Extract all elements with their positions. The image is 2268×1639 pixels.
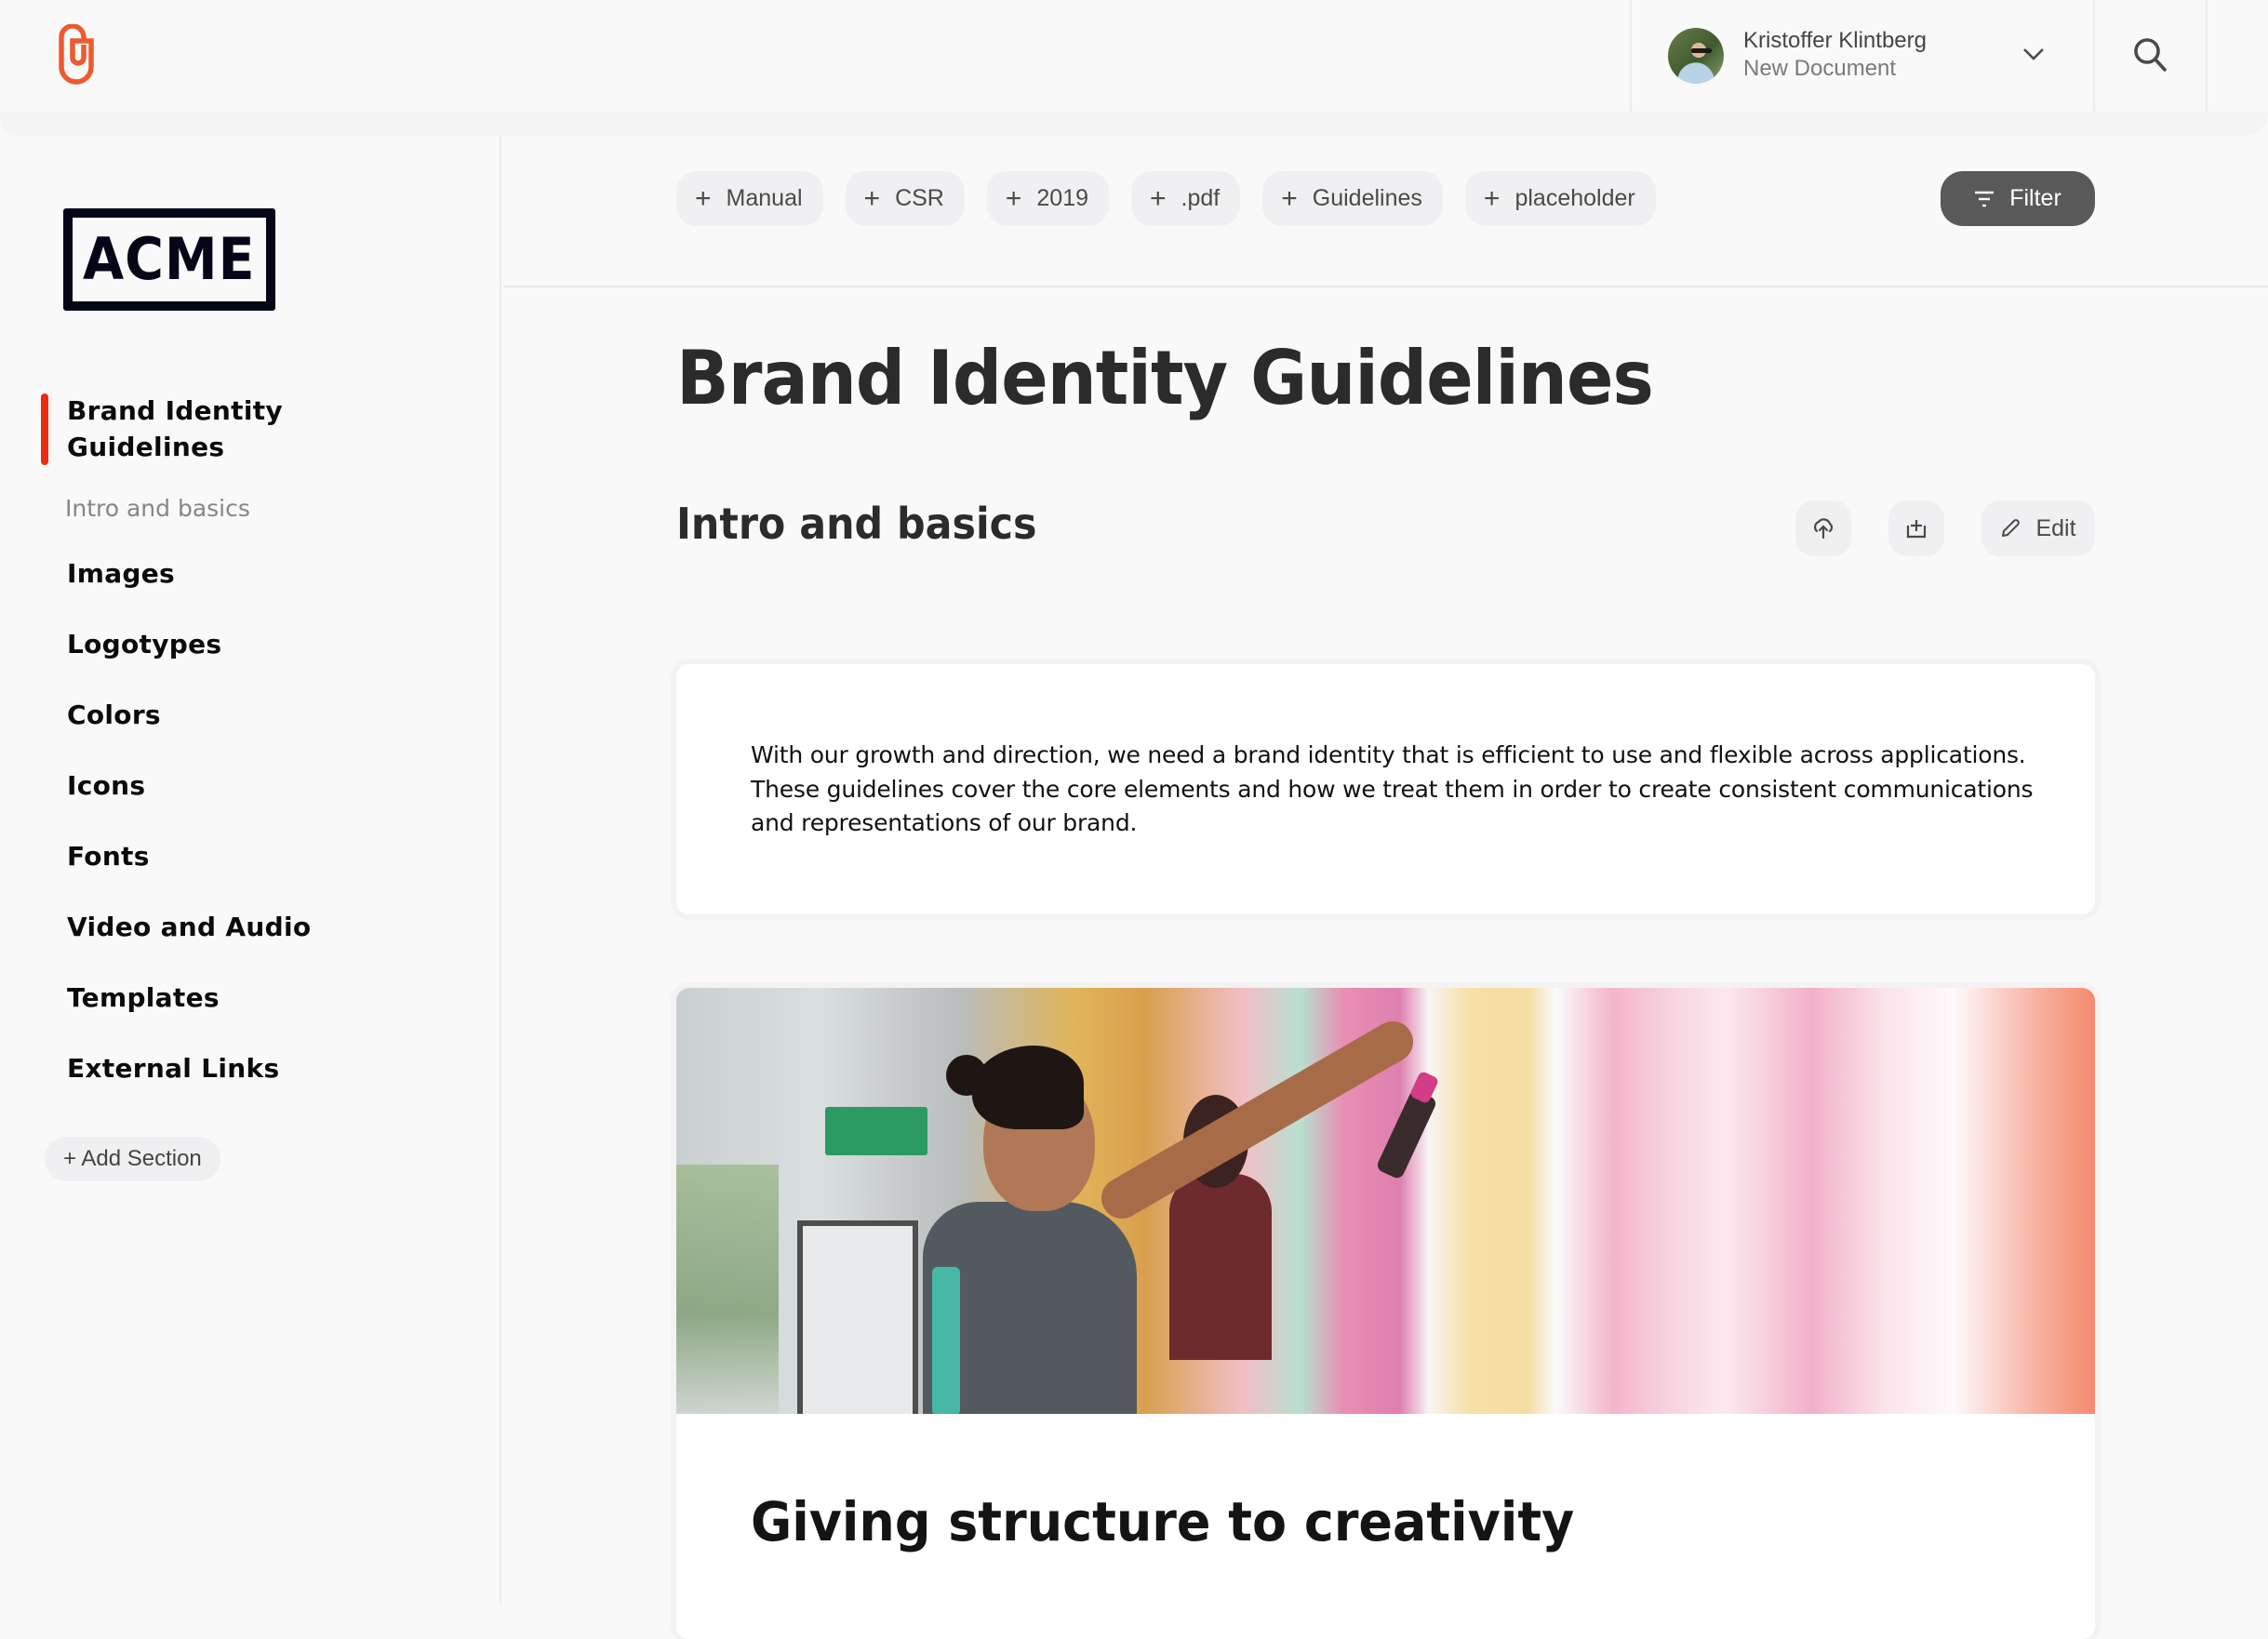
- cloud-upload-icon: [1814, 518, 1834, 539]
- plus-icon: +: [1281, 182, 1298, 214]
- tag-chip-pdf[interactable]: + .pdf: [1131, 171, 1241, 226]
- add-to-tray-icon: [1906, 520, 1927, 539]
- upload-button[interactable]: [1795, 500, 1851, 556]
- tag-label: placeholder: [1514, 185, 1635, 211]
- filter-label: Filter: [2009, 185, 2061, 211]
- tag-chip-manual[interactable]: + Manual: [676, 171, 823, 226]
- paperclip-logo-icon[interactable]: [56, 24, 97, 87]
- tag-list: + Manual + CSR + 2019 + .pdf + Guideline…: [676, 171, 1656, 226]
- hero-image[interactable]: [676, 988, 2095, 1414]
- edit-button[interactable]: Edit: [1981, 500, 2095, 556]
- block-heading: Giving structure to creativity: [751, 1490, 1575, 1553]
- sidebar-item-icons[interactable]: Icons: [67, 770, 145, 801]
- tag-chip-csr[interactable]: + CSR: [845, 171, 965, 226]
- plus-icon: +: [863, 182, 881, 214]
- sidebar-item-images[interactable]: Images: [67, 558, 175, 589]
- sidebar-item-video-and-audio[interactable]: Video and Audio: [67, 912, 311, 942]
- search-button[interactable]: [2095, 0, 2207, 112]
- add-section-button[interactable]: + Add Section: [45, 1137, 220, 1181]
- tag-toolbar: + Manual + CSR + 2019 + .pdf + Guideline…: [503, 136, 2268, 287]
- brand-logo-text: ACME: [83, 225, 256, 293]
- add-to-collection-button[interactable]: [1888, 500, 1944, 556]
- header-shadow: [0, 112, 2268, 136]
- sidebar-item-templates[interactable]: Templates: [67, 982, 220, 1013]
- filter-button[interactable]: Filter: [1941, 171, 2095, 226]
- tag-chip-guidelines[interactable]: + Guidelines: [1262, 171, 1443, 226]
- tag-label: Manual: [726, 185, 803, 211]
- sidebar-subitem-intro-and-basics[interactable]: Intro and basics: [65, 495, 250, 522]
- chevron-down-icon[interactable]: [2022, 47, 2045, 61]
- intro-text-block: With our growth and direction, we need a…: [676, 664, 2095, 914]
- user-menu[interactable]: Kristoffer Klintberg New Document: [1632, 0, 2093, 112]
- user-name: Kristoffer Klintberg: [1743, 28, 1927, 53]
- plus-icon: +: [1150, 182, 1167, 214]
- image-block: Giving structure to creativity: [676, 988, 2095, 1639]
- sidebar-item-fonts[interactable]: Fonts: [67, 841, 150, 872]
- filter-icon: [1975, 191, 1995, 207]
- search-icon: [2134, 38, 2167, 72]
- active-indicator: [41, 393, 48, 465]
- header-divider: [2206, 0, 2208, 112]
- tag-label: Guidelines: [1312, 185, 1422, 211]
- avatar: [1668, 28, 1724, 84]
- page-title: Brand Identity Guidelines: [676, 335, 1654, 421]
- top-header: Kristoffer Klintberg New Document: [0, 0, 2268, 112]
- sidebar: ACME Brand Identity Guidelines Intro and…: [0, 112, 501, 1604]
- intro-paragraph: With our growth and direction, we need a…: [751, 741, 2034, 836]
- pencil-icon: [2002, 519, 2021, 537]
- edit-label: Edit: [2035, 514, 2076, 541]
- plus-icon: +: [1483, 182, 1501, 214]
- document-subtitle: New Document: [1743, 56, 1897, 81]
- tag-label: .pdf: [1181, 185, 1221, 211]
- plus-icon: +: [1005, 182, 1022, 214]
- sidebar-item-logotypes[interactable]: Logotypes: [67, 629, 221, 660]
- sidebar-item-colors[interactable]: Colors: [67, 700, 161, 730]
- brand-logo[interactable]: ACME: [63, 208, 275, 311]
- sidebar-item-external-links[interactable]: External Links: [67, 1053, 279, 1084]
- section-title: Intro and basics: [676, 499, 1037, 549]
- tag-chip-2019[interactable]: + 2019: [986, 171, 1110, 226]
- plus-icon: +: [695, 182, 712, 214]
- sidebar-item-brand-identity-guidelines[interactable]: Brand Identity Guidelines: [67, 393, 346, 465]
- tag-chip-placeholder[interactable]: + placeholder: [1464, 171, 1656, 226]
- tag-label: 2019: [1036, 185, 1089, 211]
- tag-label: CSR: [895, 185, 944, 211]
